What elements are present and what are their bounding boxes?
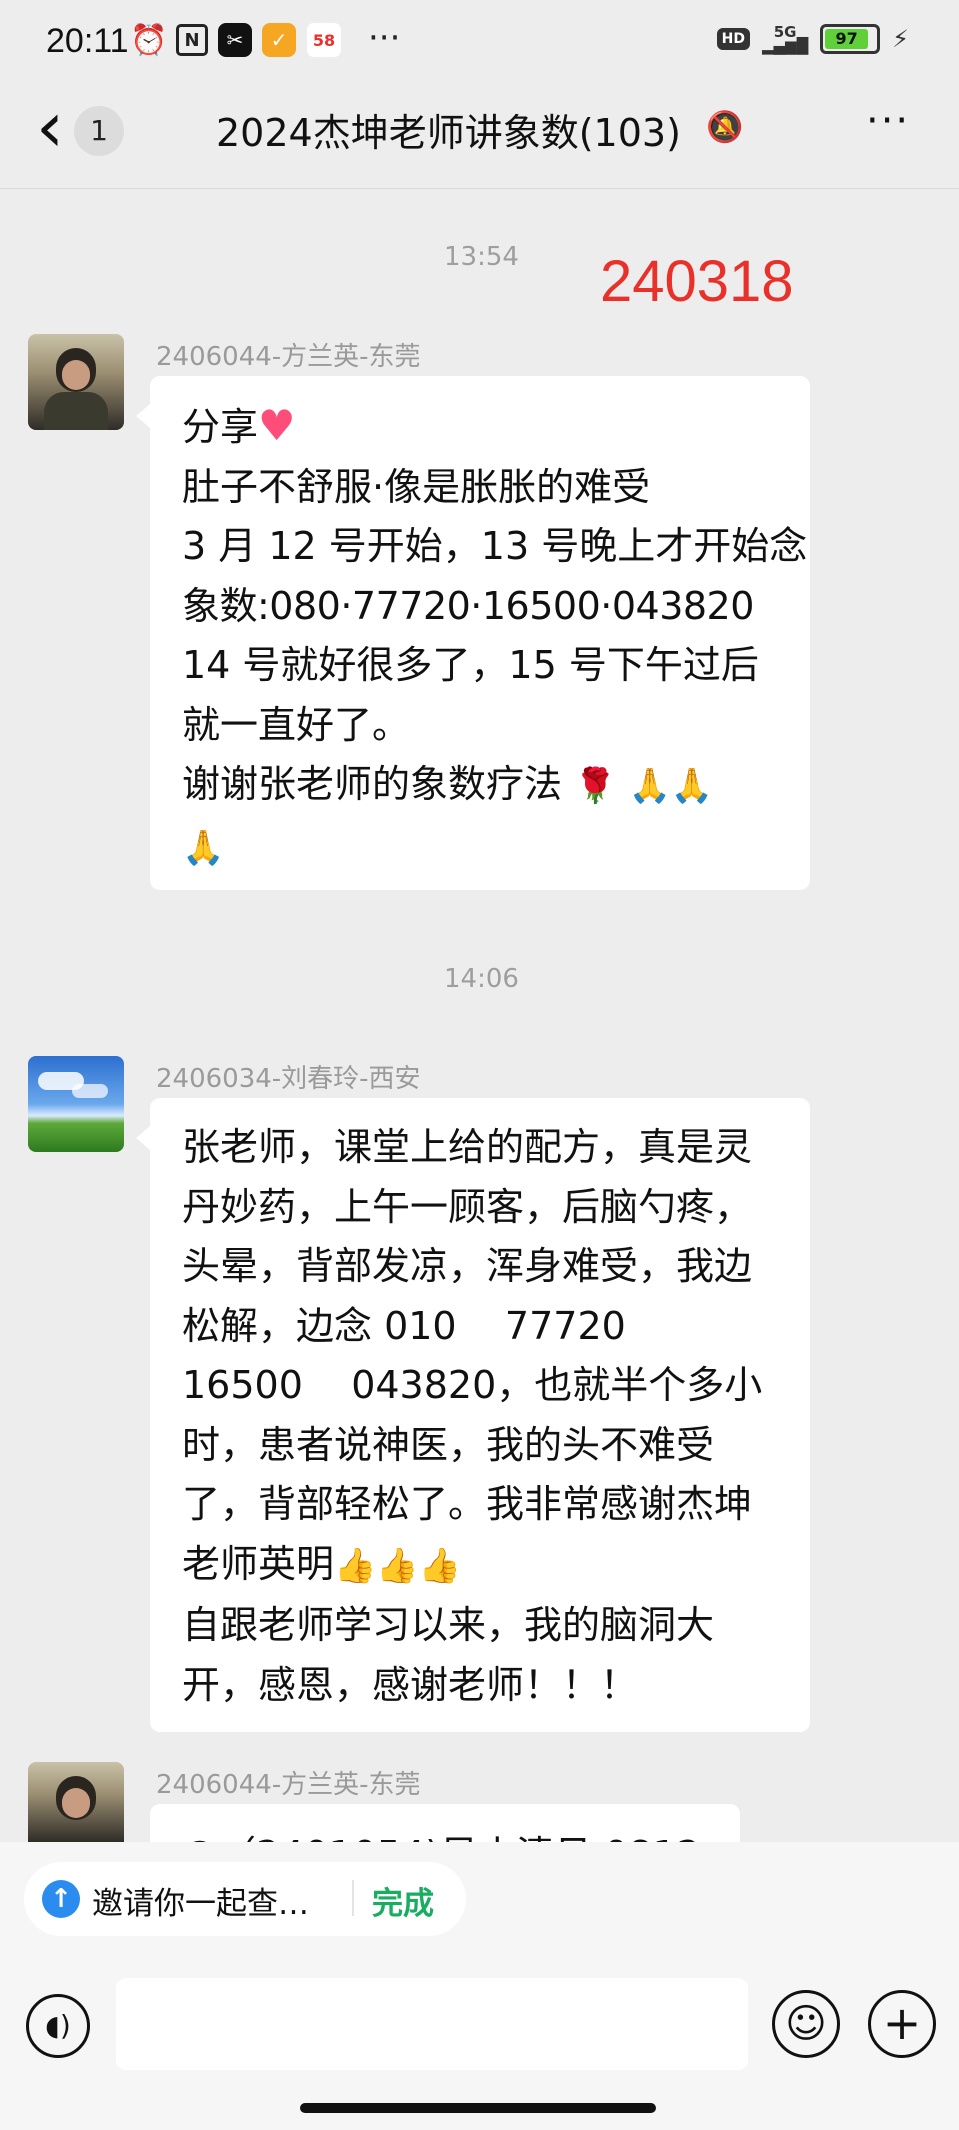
pray-icon: 🙏: [182, 827, 225, 868]
more-options-button[interactable]: ···: [866, 98, 910, 144]
thumbs-up-icon: 👍: [418, 1545, 462, 1586]
message-line: 自跟老师学习以来，我的脑洞大: [182, 1603, 715, 1647]
sender-name: 2406044-方兰英-东莞: [156, 342, 421, 372]
hd-icon: HD: [716, 28, 750, 50]
voice-input-button[interactable]: ◖): [26, 1994, 90, 2058]
thumbs-up-icon: 👍: [334, 1545, 377, 1586]
battery-icon: 97: [820, 24, 881, 54]
message-line: 谢谢张老师的象数疗法 🌹 🙏🙏: [182, 755, 780, 817]
message-line: @（2401054)吴小清见 0812: [180, 1824, 701, 1842]
back-button[interactable]: ‹: [36, 92, 64, 162]
timestamp: 13:54: [444, 242, 519, 272]
emoji-button[interactable]: ☺: [772, 1990, 840, 2058]
message-line: 头晕，背部发凉，浑身难受，我边: [182, 1244, 753, 1288]
message-line: 3 月 12 号开始，13 号晚上才开始念: [182, 524, 808, 568]
message-bubble[interactable]: 分享♥ 肚子不舒服·像是胀胀的难受 3 月 12 号开始，13 号晚上才开始念 …: [136, 376, 810, 890]
avatar[interactable]: [28, 1056, 124, 1152]
annotation-text: 240318: [600, 249, 794, 314]
status-more-icon: ···: [368, 18, 401, 58]
58-app-icon: 58: [306, 22, 342, 58]
status-icons: ⏰ N ✂ ✓ 58: [130, 22, 342, 58]
home-indicator[interactable]: [300, 2103, 656, 2113]
avatar[interactable]: [28, 334, 124, 430]
heart-icon: ♥: [258, 401, 296, 450]
pray-icon: 🙏: [670, 766, 714, 806]
sender-name: 2406034-刘春玲-西安: [156, 1064, 421, 1094]
message-bubble[interactable]: @（2401054)吴小清见 0812: [150, 1804, 740, 1842]
status-right: HD 5G ▂▄▆█ 97 ⚡: [716, 23, 909, 55]
message-line: 14 号就好很多了，15 号下午过后: [182, 643, 759, 687]
message-bubble[interactable]: 张老师，课堂上给的配方，真是灵 丹妙药，上午一顾客，后脑勺疼， 头晕，背部发凉，…: [136, 1098, 810, 1732]
share-arrow-icon: ↑: [42, 1880, 80, 1918]
message-line: 象数:080·77720·16500·043820: [182, 583, 754, 628]
plus-icon: +: [882, 1996, 922, 2050]
timestamp: 14:06: [444, 964, 519, 994]
message-line: 🙏: [182, 817, 780, 879]
nfc-icon: N: [176, 24, 208, 56]
message-line: 丹妙药，上午一顾客，后脑勺疼，: [182, 1184, 753, 1229]
message-line: 16500 043820，也就半个多小: [182, 1363, 763, 1407]
message-line: 开，感恩，感谢老师！！！: [182, 1662, 639, 1707]
unread-count-badge[interactable]: 1: [74, 106, 124, 156]
orange-app-icon: ✓: [262, 23, 296, 57]
message-line: 松解，边念 010 77720: [182, 1303, 626, 1348]
done-button[interactable]: 完成: [372, 1878, 434, 1923]
rose-icon: 🌹: [574, 766, 617, 806]
message-line: 就一直好了。: [182, 702, 411, 747]
avatar[interactable]: [28, 1762, 124, 1842]
pray-icon: 🙏: [628, 766, 671, 806]
more-actions-button[interactable]: +: [868, 1990, 936, 2058]
alarm-icon: ⏰: [130, 22, 168, 58]
message-line: 老师英明👍👍👍: [182, 1535, 780, 1597]
message-line: 肚子不舒服·像是胀胀的难受: [182, 464, 651, 509]
signal-icon: 5G ▂▄▆█: [761, 23, 809, 55]
chat-title: 2024杰坤老师讲象数(103): [216, 111, 681, 155]
message-line: 时，患者说神医，我的头不难受: [182, 1422, 715, 1467]
status-bar: 20:11 ⏰ N ✂ ✓ 58 ··· HD 5G ▂▄▆█ 97 ⚡: [0, 0, 959, 90]
capcut-icon: ✂: [218, 23, 252, 57]
status-time: 20:11: [46, 22, 129, 60]
message-line: 分享♥: [182, 396, 780, 458]
message-input[interactable]: [116, 1978, 748, 2070]
invite-text[interactable]: 邀请你一起查…: [92, 1878, 309, 1923]
header-divider: [0, 188, 959, 189]
smiley-icon: ☺: [785, 2001, 827, 2047]
charging-icon: ⚡: [892, 25, 909, 53]
message-line: 了，背部轻松了。我非常感谢杰坤: [182, 1482, 753, 1526]
mute-bell-icon: 🔕: [706, 110, 744, 145]
divider: [352, 1880, 354, 1916]
sender-name: 2406044-方兰英-东莞: [156, 1770, 421, 1800]
voice-icon: ◖): [45, 2009, 71, 2042]
thumbs-up-icon: 👍: [376, 1545, 419, 1586]
message-line: 张老师，课堂上给的配方，真是灵: [182, 1125, 753, 1169]
